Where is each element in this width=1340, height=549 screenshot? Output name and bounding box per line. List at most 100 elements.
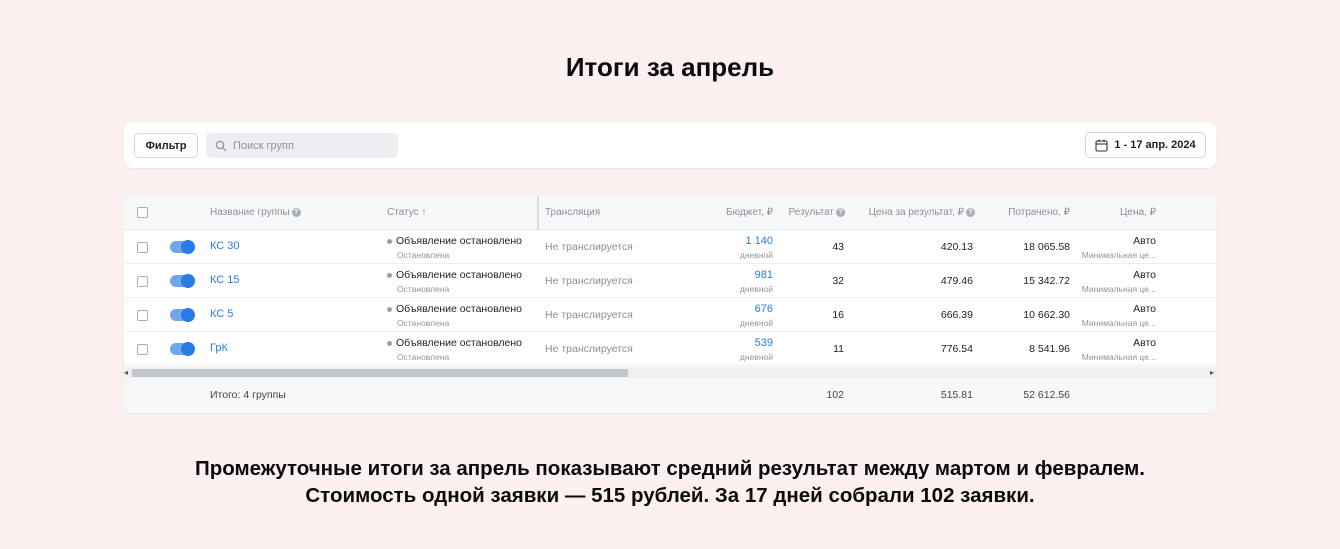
status-label: Объявление остановлено [396, 269, 523, 281]
price-value: Авто [1133, 303, 1156, 315]
price-per-result-value: 666.39 [940, 309, 973, 321]
budget-type: дневной [739, 284, 773, 294]
header-price-per-result-label: Цена за результат, ₽ [868, 207, 964, 218]
table-row[interactable]: ГрК Объявление остановлено Остановлена Н… [124, 332, 1216, 366]
totals-price-per-result: 515.81 [940, 389, 973, 401]
table-footer: Итого: 4 группы 102 515.81 52 612.56 [124, 378, 1216, 413]
toggle-knob [181, 240, 195, 254]
status-sub: Остановлена [397, 352, 450, 362]
status-text: Объявление остановлено [387, 269, 522, 281]
status-label: Объявление остановлено [396, 303, 523, 315]
group-name-link[interactable]: КС 5 [210, 308, 233, 320]
date-range-label: 1 - 17 апр. 2024 [1114, 139, 1196, 151]
header-price-per-result[interactable]: Цена за результат, ₽? [854, 196, 975, 230]
summary-line-2: Стоимость одной заявки — 515 рублей. За … [305, 484, 1035, 507]
group-toggle[interactable] [170, 274, 195, 288]
toggle-knob [181, 308, 195, 322]
horizontal-scrollbar[interactable]: ◂ ▸ [124, 367, 1216, 378]
table-row[interactable]: КС 30 Объявление остановлено Остановлена… [124, 230, 1216, 264]
group-toggle[interactable] [170, 342, 195, 356]
price-sub: Минимальная це... [1081, 352, 1156, 362]
status-text: Объявление остановлено [387, 303, 522, 315]
spent-value: 8 541.96 [1029, 343, 1070, 355]
status-label: Объявление остановлено [396, 337, 523, 349]
header-spent[interactable]: Потрачено, ₽ [984, 196, 1070, 230]
budget-type: дневной [739, 352, 773, 362]
price-sub: Минимальная це... [1081, 318, 1156, 328]
header-price[interactable]: Цена, ₽ [1084, 196, 1156, 230]
header-name[interactable]: Название группы? [210, 196, 301, 230]
header-status[interactable]: Статус ↑ [387, 196, 426, 230]
budget-type: дневной [739, 318, 773, 328]
totals-label: Итого: 4 группы [210, 389, 286, 401]
help-icon[interactable]: ? [966, 207, 975, 217]
status-label: Объявление остановлено [396, 235, 523, 247]
price-per-result-value: 420.13 [940, 241, 973, 253]
group-name-link[interactable]: КС 15 [210, 274, 240, 286]
price-per-result-value: 776.54 [940, 343, 973, 355]
header-result[interactable]: Результат? [773, 196, 845, 230]
calendar-icon [1095, 139, 1108, 152]
scroll-right-icon[interactable]: ▸ [1210, 368, 1214, 377]
page-title: Итоги за апрель [565, 52, 775, 82]
status-dot-icon [387, 238, 392, 244]
broadcast-status: Не транслируется [545, 309, 633, 321]
toggle-knob [181, 342, 195, 356]
group-name-link[interactable]: ГрК [210, 342, 228, 354]
row-checkbox[interactable] [137, 276, 148, 287]
price-value: Авто [1133, 235, 1156, 247]
sort-arrow-icon: ↑ [421, 207, 427, 218]
price-value: Авто [1133, 337, 1156, 349]
result-value: 16 [832, 309, 844, 321]
scrollbar-thumb[interactable] [132, 369, 628, 377]
column-resize-handle[interactable] [537, 196, 539, 230]
budget-link[interactable]: 676 [693, 303, 773, 315]
budget-link[interactable]: 1 140 [693, 235, 773, 247]
broadcast-status: Не транслируется [545, 343, 633, 355]
status-sub: Остановлена [397, 284, 450, 294]
filter-button[interactable]: Фильтр [134, 133, 198, 158]
help-icon[interactable]: ? [836, 207, 845, 217]
price-sub: Минимальная це... [1081, 250, 1156, 260]
toggle-knob [181, 274, 195, 288]
select-all-checkbox[interactable] [137, 207, 148, 218]
help-icon[interactable]: ? [291, 207, 301, 217]
row-checkbox[interactable] [137, 344, 148, 355]
status-text: Объявление остановлено [387, 337, 522, 349]
header-budget[interactable]: Бюджет, ₽ [693, 196, 773, 230]
summary-text: Промежуточные итоги за апрель показывают… [0, 455, 1340, 509]
table-header: Название группы? Статус ↑ Трансляция Бюд… [124, 196, 1216, 230]
scroll-left-icon[interactable]: ◂ [124, 368, 128, 377]
price-per-result-value: 479.46 [940, 275, 973, 287]
result-value: 43 [832, 241, 844, 253]
spent-value: 15 342.72 [1023, 275, 1070, 287]
header-broadcast[interactable]: Трансляция [545, 196, 600, 230]
row-checkbox[interactable] [137, 310, 148, 321]
summary-line-1: Промежуточные итоги за апрель показывают… [194, 457, 1146, 480]
group-toggle[interactable] [170, 308, 195, 322]
budget-link[interactable]: 981 [693, 269, 773, 281]
spent-value: 10 662.30 [1023, 309, 1070, 321]
status-dot-icon [387, 340, 392, 346]
result-value: 32 [832, 275, 844, 287]
table-row[interactable]: КС 15 Объявление остановлено Остановлена… [124, 264, 1216, 298]
broadcast-status: Не транслируется [545, 241, 633, 253]
group-toggle[interactable] [170, 240, 195, 254]
row-checkbox[interactable] [137, 242, 148, 253]
broadcast-status: Не транслируется [545, 275, 633, 287]
status-text: Объявление остановлено [387, 235, 522, 247]
search-input[interactable] [233, 139, 393, 152]
search-box[interactable] [206, 133, 398, 158]
budget-link[interactable]: 539 [693, 337, 773, 349]
result-value: 11 [833, 343, 844, 355]
status-dot-icon [387, 272, 392, 278]
table-row[interactable]: КС 5 Объявление остановлено Остановлена … [124, 298, 1216, 332]
date-range-button[interactable]: 1 - 17 апр. 2024 [1085, 132, 1206, 158]
group-name-link[interactable]: КС 30 [210, 240, 240, 252]
search-icon [215, 140, 227, 152]
spent-value: 18 065.58 [1023, 241, 1070, 253]
header-result-label: Результат [788, 207, 834, 218]
price-value: Авто [1133, 269, 1156, 281]
totals-result: 102 [826, 389, 844, 401]
budget-type: дневной [739, 250, 773, 260]
